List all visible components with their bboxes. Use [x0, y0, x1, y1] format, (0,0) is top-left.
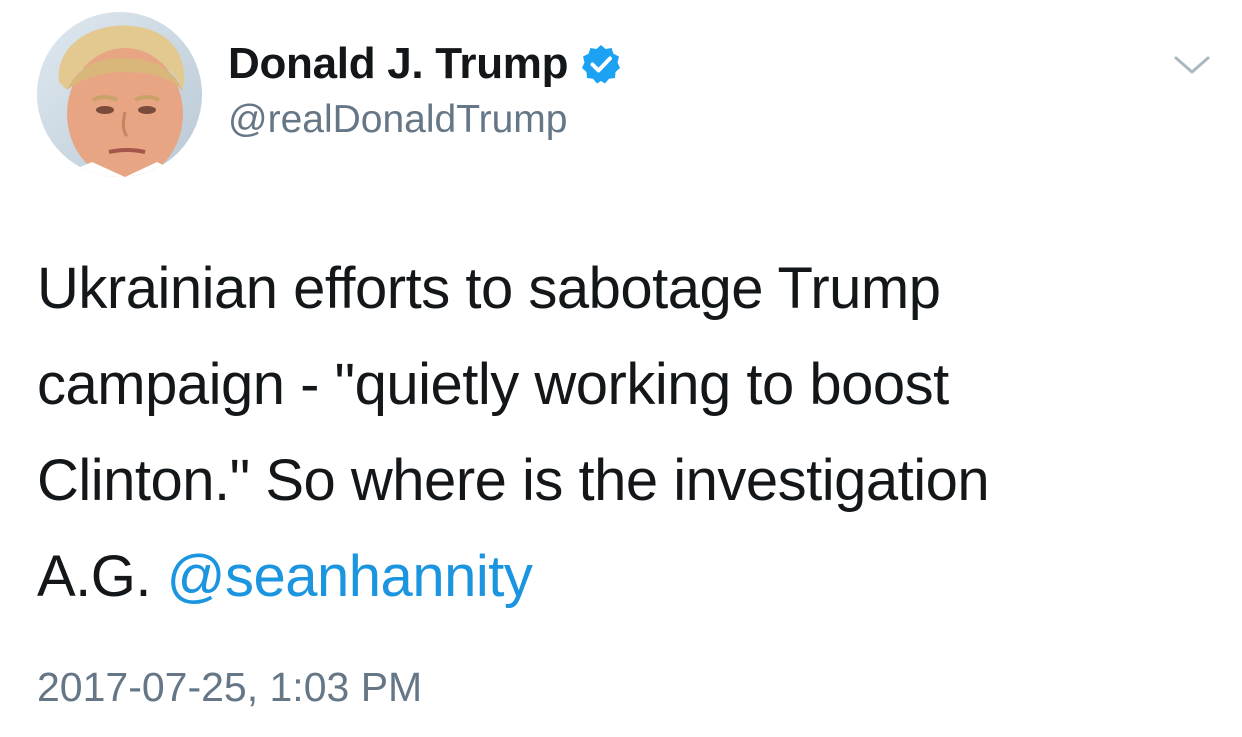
verified-badge-icon	[580, 43, 622, 85]
author-handle[interactable]: @realDonaldTrump	[228, 98, 567, 142]
tweet-text-line: Ukrainian efforts to sabotage Trump	[37, 256, 941, 321]
tweet-text: Ukrainian efforts to sabotage Trump camp…	[37, 241, 1217, 625]
tweet-text-fragment: A.G.	[37, 544, 167, 609]
mention-link[interactable]: @seanhannity	[167, 544, 533, 609]
tweet-text-line-last: A.G. @seanhannity	[37, 529, 1217, 625]
tweet-card: Donald J. Trump @realDonaldTrump Ukraini…	[0, 0, 1242, 737]
chevron-down-icon[interactable]	[1170, 48, 1214, 82]
avatar[interactable]	[37, 12, 202, 177]
tweet-text-line: Clinton." So where is the investigation	[37, 448, 990, 513]
avatar-image	[37, 12, 202, 177]
timestamp[interactable]: 2017-07-25, 1:03 PM	[37, 664, 422, 711]
display-name[interactable]: Donald J. Trump	[228, 39, 569, 89]
tweet-text-line: campaign - "quietly working to boost	[37, 352, 949, 417]
author-name-row[interactable]: Donald J. Trump	[228, 38, 622, 90]
